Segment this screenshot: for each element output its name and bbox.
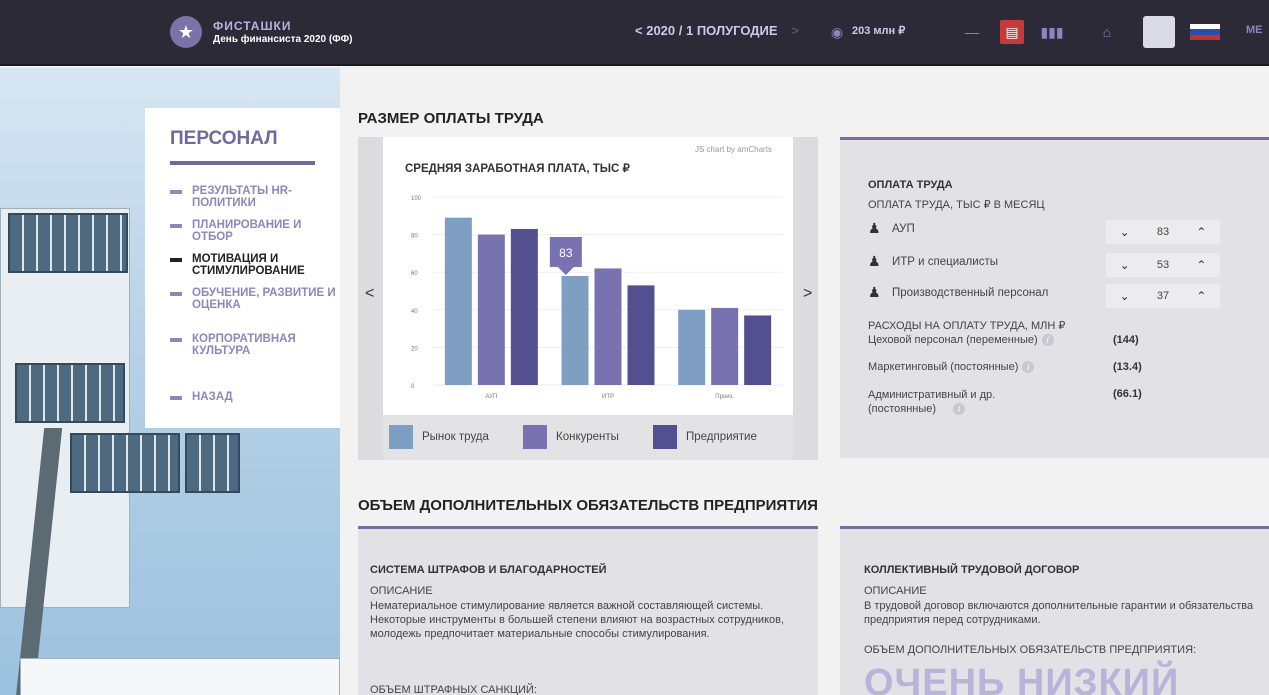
menu-title: ПЕРСОНАЛ <box>170 128 278 149</box>
menu-short-label[interactable]: МЕ <box>1246 24 1263 36</box>
y-tick-label: 0 <box>411 384 415 390</box>
brand-subtitle: День финансиста 2020 (ФФ) <box>213 34 353 45</box>
flag-icon[interactable] <box>1190 24 1220 40</box>
bar-Произ.-2 <box>744 315 772 385</box>
expenses-title: РАСХОДЫ НА ОПЛАТУ ТРУДА, МЛН ₽ <box>868 320 1066 332</box>
agreement-card: КОЛЛЕКТИВНЫЙ ТРУДОВОЙ ДОГОВОР ОПИСАНИЕ В… <box>840 529 1269 695</box>
section-title-pay: РАЗМЕР ОПЛАТЫ ТРУДА <box>358 110 544 127</box>
role-production: ♟ Производственный персонал <box>868 284 1049 300</box>
menu-item-motivation[interactable]: МОТИВАЦИЯ И СТИМУЛИРОВАНИЕ <box>170 253 340 277</box>
x-tick-label: Произ. <box>715 394 734 400</box>
legend-item-competitors[interactable]: Конкуренты <box>523 425 619 449</box>
legend-item-market[interactable]: Рынок труда <box>389 425 489 449</box>
salary-chart-card: < > СРЕДНЯЯ ЗАРАБОТНАЯ ПЛАТА, ТЫС ₽ JS c… <box>358 137 818 460</box>
fines-title: СИСТЕМА ШТРАФОВ И БЛАГОДАРНОСТЕЙ <box>370 564 607 576</box>
chart-icon[interactable]: ▮▮▮ <box>1040 20 1064 44</box>
bar-АУП-2 <box>510 228 538 385</box>
tooltip-value: 83 <box>559 246 573 260</box>
y-tick-label: 80 <box>411 234 418 240</box>
role-itr: ♟ ИТР и специалисты <box>868 253 998 269</box>
decrease-icon: ⌄ <box>1119 289 1130 303</box>
person-icon: ♟ <box>868 253 881 269</box>
minus-icon[interactable]: — <box>960 20 984 44</box>
period-next-button[interactable]: > <box>791 23 799 38</box>
y-tick-label: 40 <box>411 309 418 315</box>
menu-divider <box>170 161 315 165</box>
y-tick-label: 60 <box>411 271 418 277</box>
bar-ИТР-0 <box>561 275 589 385</box>
briefcase-icon[interactable]: ⌂ <box>1095 20 1119 44</box>
x-tick-label: ИТР <box>602 394 614 400</box>
book-icon[interactable]: ▤ <box>1000 20 1024 44</box>
menu-item-hr-results[interactable]: РЕЗУЛЬТАТЫ HR-ПОЛИТИКИ <box>170 185 340 209</box>
pay-title: ОПЛАТА ТРУДА <box>868 179 953 191</box>
y-tick-label: 20 <box>411 346 418 352</box>
period-label: 2020 / 1 ПОЛУГОДИЕ <box>646 23 778 38</box>
period-selector: < 2020 / 1 ПОЛУГОДИЕ > <box>635 23 799 38</box>
role-aup: ♟ АУП <box>868 220 915 236</box>
decrease-icon: ⌄ <box>1119 258 1130 272</box>
chart-prev-arrow[interactable]: < <box>365 285 374 303</box>
bar-ИТР-2 <box>627 285 655 385</box>
top-bar: ★ ФИСТАШКИ День финансиста 2020 (ФФ) < 2… <box>0 0 1269 66</box>
agreement-description: В трудовой договор включаются дополнител… <box>864 600 1254 626</box>
increase-icon: ⌃ <box>1196 289 1207 303</box>
y-tick-label: 100 <box>411 196 422 202</box>
person-icon: ♟ <box>868 220 881 236</box>
coins-icon: ◉ <box>830 24 844 40</box>
stepper-itr[interactable]: ⌄ 53 ⌃ <box>1106 253 1220 277</box>
agreement-title: КОЛЛЕКТИВНЫЙ ТРУДОВОЙ ДОГОВОР <box>864 564 1080 576</box>
budget-value: 203 млн ₽ <box>852 25 906 37</box>
bar-ИТР-1 <box>594 268 622 385</box>
fines-desc-label: ОПИСАНИЕ <box>370 585 433 597</box>
menu-item-training[interactable]: ОБУЧЕНИЕ, РАЗВИТИЕ И ОЦЕНКА <box>170 287 340 311</box>
increase-icon: ⌃ <box>1196 225 1207 239</box>
brand-name: ФИСТАШКИ <box>213 19 292 33</box>
person-icon: ♟ <box>868 284 881 300</box>
chart-legend: Рынок труда Конкуренты Предприятие <box>383 415 793 460</box>
x-tick-label: АУП <box>485 394 497 400</box>
tooltip-pointer <box>557 266 574 275</box>
pay-card: ОПЛАТА ТРУДА ОПЛАТА ТРУДА, ТЫС ₽ В МЕСЯЦ… <box>840 140 1269 458</box>
info-icon[interactable]: i <box>1041 334 1054 346</box>
agreement-level: ОЧЕНЬ НИЗКИЙ <box>864 662 1180 695</box>
stepper-production[interactable]: ⌄ 37 ⌃ <box>1106 284 1220 308</box>
bar-АУП-0 <box>444 217 472 385</box>
period-prev-button[interactable]: < <box>635 23 643 38</box>
expense-row-marketing: Маркетинговый (постоянные) i (13.4) <box>868 361 1142 373</box>
section-menu: ПЕРСОНАЛ РЕЗУЛЬТАТЫ HR-ПОЛИТИКИ ПЛАНИРОВ… <box>145 108 340 428</box>
stepper-aup[interactable]: ⌄ 83 ⌃ <box>1106 220 1220 244</box>
avatar[interactable] <box>1143 16 1175 48</box>
menu-item-culture[interactable]: КОРПОРАТИВНАЯ КУЛЬТУРА <box>170 333 340 357</box>
agreement-amount-label: ОБЪЕМ ДОПОЛНИТЕЛЬНЫХ ОБЯЗАТЕЛЬСТВ ПРЕДПР… <box>864 644 1197 656</box>
pay-subtitle: ОПЛАТА ТРУДА, ТЫС ₽ В МЕСЯЦ <box>868 199 1045 211</box>
legend-item-enterprise[interactable]: Предприятие <box>653 425 757 449</box>
fines-amount-label: ОБЪЕМ ШТРАФНЫХ САНКЦИЙ: <box>370 684 537 695</box>
bar-АУП-1 <box>477 234 505 385</box>
info-icon[interactable]: i <box>953 403 965 415</box>
bar-Произ.-0 <box>678 309 706 385</box>
section-title-obligations: ОБЪЕМ ДОПОЛНИТЕЛЬНЫХ ОБЯЗАТЕЛЬСТВ ПРЕДПР… <box>358 497 818 514</box>
chart-panel: СРЕДНЯЯ ЗАРАБОТНАЯ ПЛАТА, ТЫС ₽ JS chart… <box>383 137 793 460</box>
fines-card: СИСТЕМА ШТРАФОВ И БЛАГОДАРНОСТЕЙ ОПИСАНИ… <box>358 529 818 695</box>
expense-row-admin: Административный и др. (постоянные) i (66.… <box>868 388 1142 415</box>
menu-item-back[interactable]: НАЗАД <box>170 391 340 403</box>
chart-next-arrow[interactable]: > <box>803 285 812 303</box>
increase-icon: ⌃ <box>1196 258 1207 272</box>
star-icon[interactable]: ★ <box>170 16 202 48</box>
menu-item-planning[interactable]: ПЛАНИРОВАНИЕ И ОТБОР <box>170 219 340 243</box>
brand: ФИСТАШКИ День финансиста 2020 (ФФ) <box>213 20 352 45</box>
agreement-desc-label: ОПИСАНИЕ <box>864 585 927 597</box>
bar-Произ.-1 <box>711 307 739 385</box>
info-icon[interactable]: i <box>1022 361 1035 373</box>
expense-row-workshop: Цеховой персонал (переменные) i (144) <box>868 334 1139 346</box>
bar-chart: 0 20 40 60 80 100 АУП ИТР Произ. 83 <box>411 196 783 400</box>
fines-description: Нематериальное стимулирование является в… <box>370 600 785 640</box>
decrease-icon: ⌄ <box>1119 225 1130 239</box>
